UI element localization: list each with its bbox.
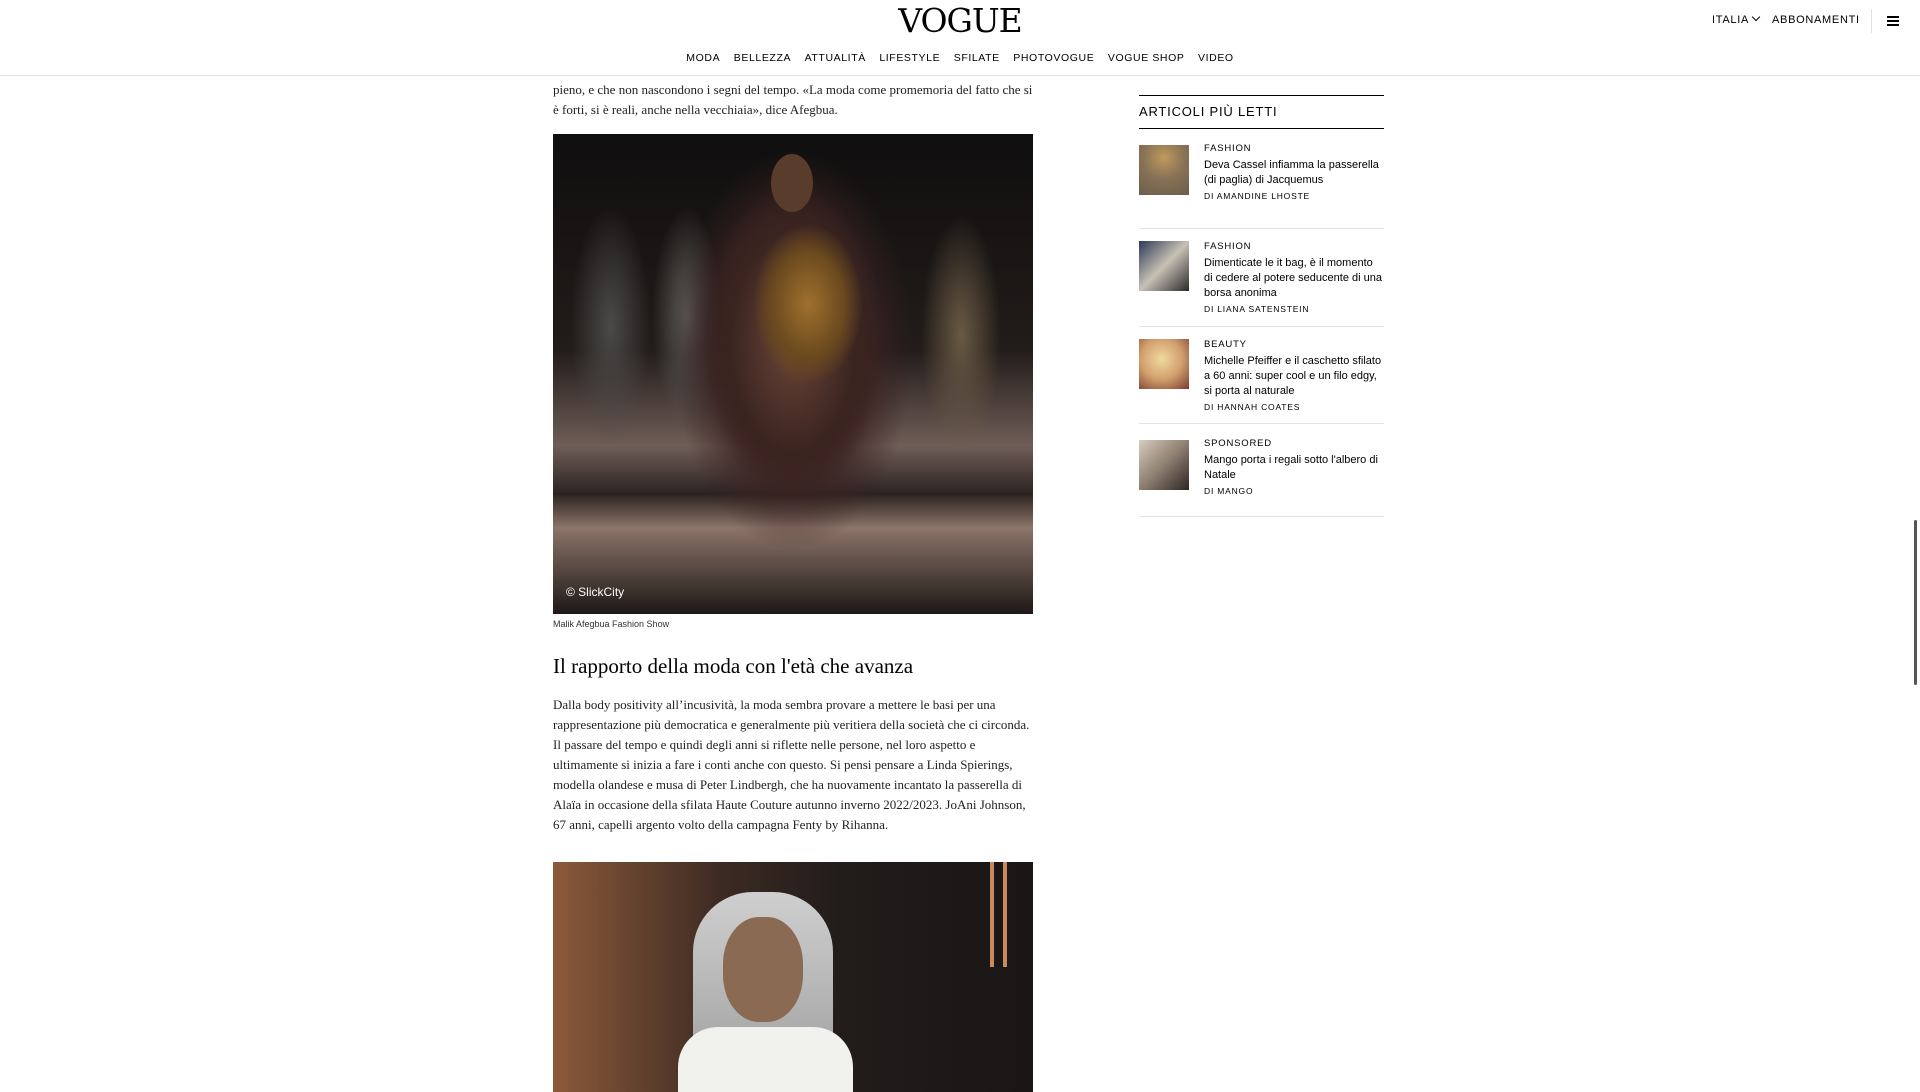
section-heading: Il rapporto della moda con l'età che ava…	[553, 654, 914, 678]
article-title-link[interactable]: Michelle Pfeiffer e il caschetto sfilato…	[1204, 354, 1384, 399]
article-author: DI HANNAH COATES	[1204, 402, 1301, 412]
nav-item-moda[interactable]: MODA	[686, 52, 720, 64]
nav-item-lifestyle[interactable]: LIFESTYLE	[879, 52, 940, 64]
main-navigation: MODA BELLEZZA ATTUALITÀ LIFESTYLE SFILAT…	[0, 42, 1920, 76]
article-author: DI MANGO	[1204, 486, 1254, 496]
article-category[interactable]: BEAUTY	[1204, 339, 1384, 350]
top-header: VOGUE ITALIA ABBONAMENTI	[0, 0, 1920, 43]
list-item[interactable]: FASHION Deva Cassel infiamma la passerel…	[1139, 143, 1384, 229]
country-selector[interactable]: ITALIA	[1712, 12, 1761, 26]
article-paragraph: Dalla body positivity all’incusività, la…	[553, 697, 1030, 832]
article-category[interactable]: SPONSORED	[1204, 438, 1384, 449]
article-title-link[interactable]: Mango porta i regali sotto l'albero di N…	[1204, 453, 1384, 483]
article-title-link[interactable]: Deva Cassel infiamma la passerella (di p…	[1204, 158, 1384, 188]
hamburger-menu-icon[interactable]	[1887, 16, 1899, 26]
article-thumbnail[interactable]	[1139, 241, 1189, 291]
most-read-sidebar: ARTICOLI PIÙ LETTI FASHION Deva Cassel i…	[1139, 95, 1384, 517]
list-item[interactable]: SPONSORED Mango porta i regali sotto l'a…	[1139, 438, 1384, 517]
page-scrollbar[interactable]	[1914, 520, 1917, 685]
vogue-logo[interactable]: VOGUE	[0, 4, 1920, 38]
list-item[interactable]: FASHION Dimenticate le it bag, è il mome…	[1139, 241, 1384, 327]
article-title-link[interactable]: Dimenticate le it bag, è il momento di c…	[1204, 256, 1384, 301]
article-thumbnail[interactable]	[1139, 339, 1189, 389]
nav-item-photovogue[interactable]: PHOTOVOGUE	[1013, 52, 1094, 64]
article-photo-malik[interactable]: © SlickCity	[553, 134, 1033, 614]
article-thumbnail[interactable]	[1139, 440, 1189, 490]
article-paragraph-intro: pieno, e che non nascondono i segni del …	[553, 82, 1033, 117]
nav-item-sfilate[interactable]: SFILATE	[954, 52, 1000, 64]
country-label: ITALIA	[1712, 14, 1750, 26]
sidebar-title: ARTICOLI PIÙ LETTI	[1139, 95, 1384, 129]
article-category[interactable]: FASHION	[1204, 241, 1384, 252]
article-thumbnail[interactable]	[1139, 145, 1189, 195]
article-photo-runway-woman[interactable]	[553, 862, 1033, 1092]
subscribe-link[interactable]: ABBONAMENTI	[1772, 14, 1860, 26]
article-author: DI LIANA SATENSTEIN	[1204, 304, 1310, 314]
nav-item-bellezza[interactable]: BELLEZZA	[734, 52, 791, 64]
nav-item-video[interactable]: VIDEO	[1198, 52, 1234, 64]
nav-item-vogue-shop[interactable]: VOGUE SHOP	[1108, 52, 1185, 64]
header-divider	[1871, 9, 1872, 33]
photo-caption: Malik Afegbua Fashion Show	[553, 619, 670, 629]
chevron-down-icon	[1751, 12, 1761, 22]
photo-credit: © SlickCity	[566, 585, 625, 599]
nav-item-attualita[interactable]: ATTUALITÀ	[805, 52, 866, 64]
article-category[interactable]: FASHION	[1204, 143, 1384, 154]
list-item[interactable]: BEAUTY Michelle Pfeiffer e il caschetto …	[1139, 339, 1384, 424]
article-author: DI AMANDINE LHOSTE	[1204, 191, 1311, 201]
